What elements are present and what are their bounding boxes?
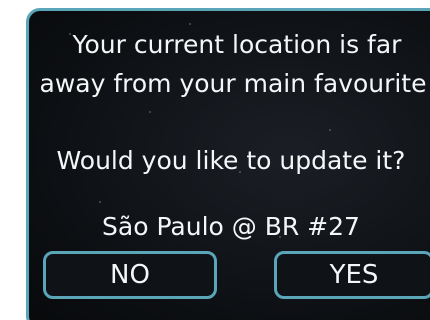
star-decoration: [149, 111, 151, 113]
message-line-2: away from your main favourite: [39, 69, 427, 98]
location-update-dialog: Your current location is far away from y…: [26, 8, 430, 320]
yes-button[interactable]: YES: [274, 251, 430, 299]
star-decoration: [99, 201, 101, 203]
screen: Your current location is far away from y…: [0, 0, 430, 320]
message-line-1: Your current location is far: [72, 30, 402, 59]
star-decoration: [189, 23, 191, 25]
question-text: Would you like to update it?: [56, 146, 406, 175]
location-name: São Paulo @ BR #27: [102, 212, 360, 241]
no-button[interactable]: NO: [43, 251, 217, 299]
star-decoration: [329, 129, 331, 131]
